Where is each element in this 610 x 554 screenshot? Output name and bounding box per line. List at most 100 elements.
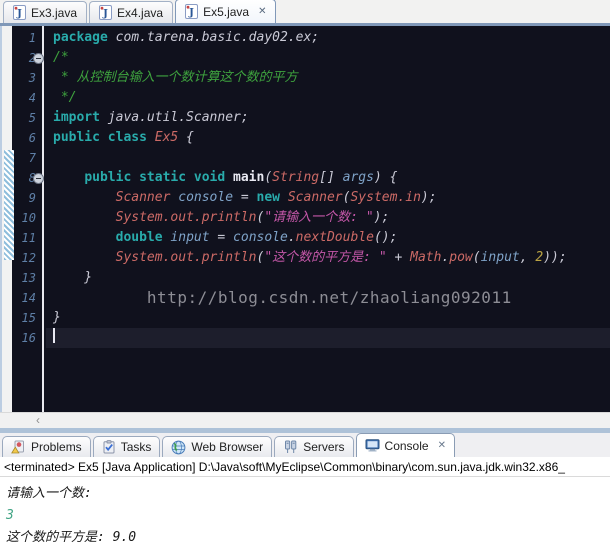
servers-icon bbox=[283, 440, 298, 454]
console-stdout-line: 请输入一个数: bbox=[6, 486, 100, 501]
token-cls: pow bbox=[449, 250, 473, 265]
view-tab-console[interactable]: Console ✕ bbox=[355, 433, 455, 457]
code-line: 7 bbox=[12, 148, 610, 168]
token-wht: main bbox=[225, 170, 265, 185]
horizontal-scrollbar[interactable]: ‹ bbox=[0, 412, 610, 428]
code-text: public class Ex5 { bbox=[46, 128, 610, 148]
token-txt: ( bbox=[264, 170, 273, 185]
token-var: args bbox=[342, 170, 374, 185]
code-line: 2/* bbox=[12, 48, 610, 68]
token-cmt: /* bbox=[53, 50, 69, 65]
editor-tab-ex3-java[interactable]: J Ex3.java bbox=[3, 1, 88, 23]
token-cmt: * 从控制台输入一个数计算这个数的平方 bbox=[53, 70, 298, 85]
token-kw: new bbox=[256, 190, 281, 205]
code-line: 3 * 从控制台输入一个数计算这个数的平方 bbox=[12, 68, 610, 88]
editor-tab-ex4-java[interactable]: J Ex4.java bbox=[89, 1, 174, 23]
problems-icon bbox=[11, 440, 26, 454]
token-kw: import bbox=[53, 110, 100, 125]
token-txt: } bbox=[53, 270, 93, 285]
view-tab-web-browser[interactable]: Web Browser bbox=[162, 436, 273, 457]
tab-label: Tasks bbox=[120, 440, 152, 454]
token-kw: public class bbox=[53, 130, 147, 145]
console-icon bbox=[365, 439, 380, 452]
code-line: 14 http://blog.csdn.net/zhaoliang092011 bbox=[12, 288, 610, 308]
token-var: input bbox=[170, 230, 210, 245]
token-txt: { bbox=[178, 130, 194, 145]
code-line: 11 double input = console.nextDouble(); bbox=[12, 228, 610, 248]
code-line: 12 System.out.println ("这个数的平方是: " + Math… bbox=[12, 248, 610, 268]
close-icon[interactable]: ✕ bbox=[258, 6, 266, 17]
line-number: 5 bbox=[28, 111, 36, 125]
token-var: input bbox=[480, 250, 520, 265]
annotation-ruler[interactable] bbox=[0, 26, 14, 412]
line-number: 14 bbox=[21, 291, 36, 305]
code-line: 6 public class Ex5 { bbox=[12, 128, 610, 148]
code-text: } bbox=[46, 268, 610, 288]
code-text: package com.tarena.basic.day02.ex; bbox=[46, 28, 610, 48]
view-tab-problems[interactable]: Problems bbox=[2, 436, 91, 457]
line-number: 3 bbox=[28, 71, 36, 85]
tab-label: Problems bbox=[31, 440, 82, 454]
view-tab-servers[interactable]: Servers bbox=[274, 436, 354, 457]
token-txt: )); bbox=[543, 250, 567, 265]
line-number: 10 bbox=[21, 211, 36, 225]
code-text: /* bbox=[46, 48, 610, 68]
code-line: 9 Scanner console = new Scanner(System.i… bbox=[12, 188, 610, 208]
token-cls: System.out.println bbox=[115, 210, 257, 225]
line-number: 1 bbox=[28, 31, 36, 45]
tab-label: Ex4.java bbox=[117, 5, 164, 20]
scroll-left-icon[interactable]: ‹ bbox=[36, 413, 40, 428]
token-var: console bbox=[233, 230, 288, 245]
line-number: 13 bbox=[21, 271, 36, 285]
tab-label: Servers bbox=[303, 440, 345, 454]
ide-window: J Ex3.java J Ex4.java J Ex5.java ✕ 1 package co… bbox=[0, 0, 610, 554]
line-number: 7 bbox=[28, 151, 36, 165]
tasks-icon bbox=[102, 440, 116, 454]
text-cursor bbox=[53, 328, 55, 343]
svg-text:J: J bbox=[102, 9, 108, 20]
token-cls: Ex5 bbox=[154, 130, 179, 145]
code-text: System.out.println("这个数的平方是: " + Math.po… bbox=[46, 248, 610, 268]
line-number: 16 bbox=[21, 331, 36, 345]
fold-collapse-icon[interactable] bbox=[33, 53, 44, 64]
token-txt: ); bbox=[420, 190, 437, 205]
token-txt: . bbox=[287, 230, 296, 245]
view-tab-tasks[interactable]: Tasks bbox=[92, 436, 161, 457]
fold-collapse-icon[interactable] bbox=[33, 173, 44, 184]
token-txt: ( bbox=[472, 250, 481, 265]
token-txt: = bbox=[233, 190, 257, 205]
token-txt: + bbox=[386, 250, 411, 265]
editor-tab-bar: J Ex3.java J Ex4.java J Ex5.java ✕ bbox=[0, 0, 610, 26]
code-editor[interactable]: 1 package com.tarena.basic.day02.ex;2/*3 … bbox=[0, 26, 610, 412]
token-var: console bbox=[178, 190, 234, 205]
code-line: 5 import java.util.Scanner; bbox=[12, 108, 610, 128]
token-kw: double bbox=[115, 230, 163, 245]
watermark-text: http://blog.csdn.net/zhaoliang092011 bbox=[146, 288, 512, 307]
token-txt: ); bbox=[373, 210, 390, 225]
console-output[interactable]: 请输入一个数: 3 这个数的平方是: 9.0 bbox=[0, 478, 610, 554]
token-txt: java.util.Scanner; bbox=[99, 110, 249, 125]
code-text: import java.util.Scanner; bbox=[46, 108, 610, 128]
line-number: 9 bbox=[28, 191, 36, 205]
token-cls: System.in bbox=[350, 190, 421, 205]
line-number: 12 bbox=[21, 251, 36, 265]
code-text: double input = console.nextDouble(); bbox=[46, 228, 610, 248]
console-stdin-line: 3 bbox=[6, 508, 14, 523]
console-stdout-line: 这个数的平方是: 9.0 bbox=[6, 530, 137, 545]
code-text: * 从控制台输入一个数计算这个数的平方 bbox=[46, 68, 610, 88]
editor-tab-ex5-java[interactable]: J Ex5.java ✕ bbox=[175, 0, 277, 23]
close-icon[interactable]: ✕ bbox=[438, 440, 446, 451]
code-line: 15} bbox=[12, 308, 610, 328]
token-txt: } bbox=[53, 310, 61, 325]
token-cls: Scanner bbox=[115, 190, 171, 205]
line-number: 11 bbox=[21, 231, 36, 245]
view-tab-bar: Problems Tasks Web Browser Servers Console ✕ bbox=[0, 433, 610, 457]
